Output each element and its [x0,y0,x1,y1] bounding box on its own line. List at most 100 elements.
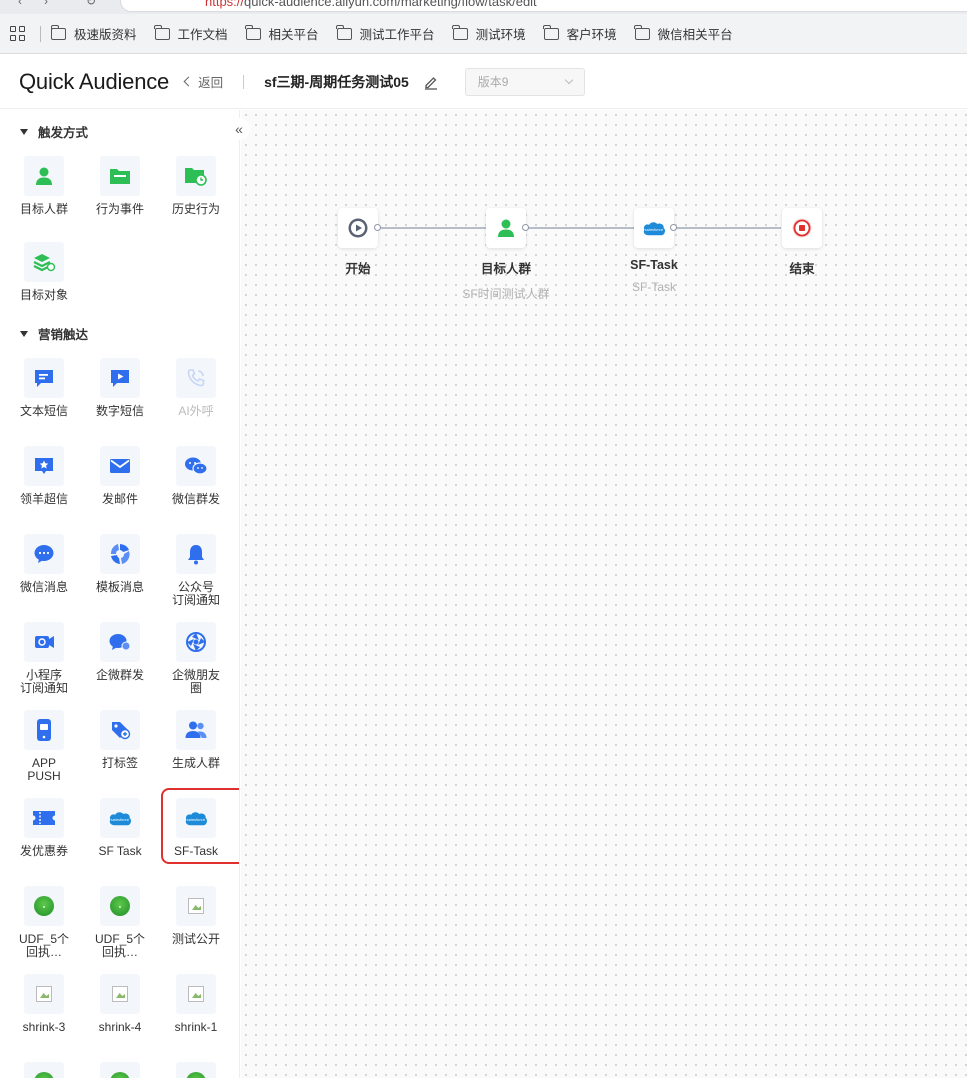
sidebar-component-item[interactable]: 发优惠券 [6,798,82,858]
sidebar-item-label: 历史行为 [171,202,220,216]
connector-port[interactable] [522,224,529,231]
sidebar-component-item[interactable]: 行为事件 [82,156,158,216]
folder-icon [634,24,650,40]
sidebar-component-item[interactable]: shrink-4 [82,974,158,1034]
group-users-icon [176,710,216,750]
connector-port[interactable] [374,224,381,231]
sidebar-component-item[interactable]: 企微群发 [82,622,158,682]
browser-address-strip: ‹ › ↻ https://quick-audience.aliyun.com/… [0,0,967,14]
header-separator [243,74,245,89]
sidebar-item-label: 小程序 订阅通知 [19,668,68,695]
sidebar-item-label: 发优惠券 [19,844,68,858]
green-ball-icon: ● [24,886,64,926]
sidebar-item-label: shrink-4 [98,1020,142,1034]
sidebar-item-label: UDF_5个 回执… [94,932,145,959]
bookmark-folder[interactable]: 测试环境 [452,24,526,43]
back-nav-icon[interactable]: ‹ [18,0,22,8]
sidebar-component-item[interactable]: APP PUSH [6,710,82,783]
stop-icon[interactable] [782,208,822,248]
sidebar-component-item[interactable]: 企微朋友 圈 [158,622,234,695]
bookmark-folder[interactable]: 微信相关平台 [634,24,733,43]
sidebar-component-item: AI外呼 [158,358,234,418]
forward-nav-icon[interactable]: › [44,0,48,8]
wechat-group-icon [176,446,216,486]
sidebar-item-label: 企微群发 [95,668,144,682]
sidebar-item-label: shrink-3 [22,1020,66,1034]
sidebar-component-item[interactable]: 数字短信 [82,358,158,418]
target-object-icon [24,242,64,282]
bookmark-folder[interactable]: 测试工作平台 [336,24,435,43]
sidebar-component-item[interactable]: ● [6,1062,82,1078]
connector-port[interactable] [670,224,677,231]
sidebar-component-item[interactable]: 微信消息 [6,534,82,594]
section-title-trigger[interactable]: 触发方式 [20,122,88,141]
url-text[interactable]: https://quick-audience.aliyun.com/market… [205,0,537,9]
broken-image-icon [100,974,140,1014]
bookmark-folder[interactable]: 极速版资料 [50,24,137,43]
play-icon[interactable] [338,208,381,248]
sidebar-item-label: 微信群发 [171,492,220,506]
sidebar-component-item[interactable]: 微信群发 [158,446,234,506]
sidebar-component-item[interactable]: 领羊超信 [6,446,82,506]
sidebar-item-label: 文本短信 [19,404,68,418]
apps-grid-icon[interactable] [10,25,26,42]
back-button[interactable]: 返回 [183,72,223,91]
sidebar-component-item[interactable]: ● UDF_5个 回执… [82,886,158,959]
sidebar-component-item[interactable]: 生成人群 [158,710,234,770]
sidebar-item-label: 目标对象 [19,288,68,302]
sidebar-component-item[interactable]: shrink-1 [158,974,234,1034]
folder-icon [245,24,261,40]
bookmark-folder[interactable]: 相关平台 [245,24,319,43]
sidebar-component-item[interactable]: 公众号 订阅通知 [158,534,234,607]
bookmark-folder[interactable]: 客户环境 [543,24,617,43]
sidebar-item-label: 数字短信 [95,404,144,418]
sidebar-component-item[interactable]: 模板消息 [82,534,158,594]
sidebar-component-item[interactable]: 历史行为 [158,156,234,216]
sidebar-component-item[interactable]: 小程序 订阅通知 [6,622,82,695]
sidebar-component-item[interactable]: 目标对象 [6,242,82,302]
sidebar-component-item[interactable]: ● [158,1062,234,1078]
sidebar-component-item[interactable]: ● UDF_5个 回执… [6,886,82,959]
wecom-moments-icon [176,622,216,662]
sidebar-component-item[interactable]: 打标签 [82,710,158,770]
green-ball-icon: ● [100,886,140,926]
sidebar-component-item[interactable]: ● [82,1062,158,1078]
edit-pencil-icon[interactable] [423,74,439,90]
sidebar-item-label: SF Task [98,844,142,858]
app-logo[interactable]: Quick Audience [19,69,169,95]
flow-node[interactable]: 结束 [742,208,862,277]
green-ball-icon: ● [100,1062,140,1078]
mail-icon [100,446,140,486]
version-select[interactable]: 版本9 [464,67,585,96]
sidebar-item-label: 微信消息 [19,580,68,594]
sidebar-item-label: 领羊超信 [19,492,68,506]
salesforce-icon[interactable]: salesforce [634,208,677,248]
section-title-marketing[interactable]: 营销触达 [20,324,88,343]
super-message-icon [24,446,64,486]
sidebar-item-label: 发邮件 [101,492,138,506]
reload-icon[interactable]: ↻ [86,0,96,8]
sidebar-component-item[interactable]: 文本短信 [6,358,82,418]
flow-canvas[interactable]: 开始 目标人群 SF时间测试人群 salesforce SF-Task SF-Task 结束 [241,110,967,1078]
caret-down-icon [20,128,28,135]
sidebar-component-item[interactable]: 发邮件 [82,446,158,506]
folder-icon [336,24,352,40]
bookmark-folder[interactable]: 工作文档 [154,24,228,43]
phone-icon [24,710,64,750]
sidebar-component-item[interactable]: 目标人群 [6,156,82,216]
sidebar-component-item[interactable]: shrink-3 [6,974,82,1034]
sidebar-component-item[interactable]: 测试公开 [158,886,234,946]
bookmarks-bar: 极速版资料 工作文档 相关平台 测试工作平台 测试环境 客户环境 微信相关平台 [0,14,967,54]
collapse-sidebar-button[interactable]: « [228,118,250,140]
sidebar-item-label: 模板消息 [95,580,144,594]
sidebar-component-item[interactable]: salesforce SF Task [82,798,158,858]
app-header: Quick Audience 返回 sf三期-周期任务测试05 版本9 [0,55,967,109]
sidebar-item-label: AI外呼 [178,404,214,418]
flow-node[interactable]: 开始 [298,208,418,277]
chevron-down-icon [564,75,574,85]
svg-text:salesforce: salesforce [111,817,130,821]
flow-node[interactable]: 目标人群 SF时间测试人群 [446,208,566,302]
user-icon[interactable] [486,208,529,248]
flow-node-label: 目标人群 [480,262,531,276]
flow-node[interactable]: salesforce SF-Task SF-Task [594,208,714,294]
